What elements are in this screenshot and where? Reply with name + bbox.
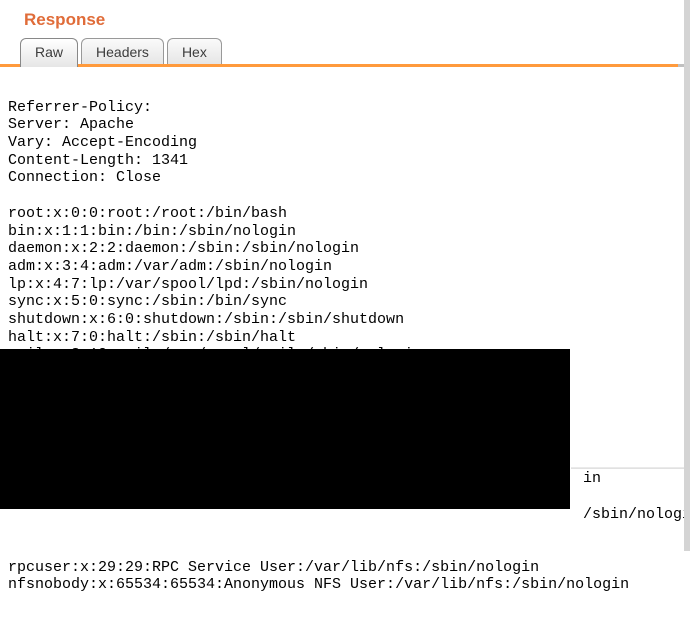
tail-line-2: nfsnobody:x:65534:65534:Anonymous NFS Us… [8, 576, 629, 593]
tab-headers[interactable]: Headers [81, 38, 164, 64]
http-headers-text: Referrer-Policy: Server: Apache Vary: Ac… [8, 99, 197, 187]
panel-title: Response [24, 10, 105, 29]
redaction-block [0, 349, 570, 509]
partial-line-1: in [583, 470, 601, 487]
tab-hex[interactable]: Hex [167, 38, 222, 64]
tab-raw[interactable]: Raw [20, 38, 78, 67]
partial-line-2: /sbin/nologin [583, 506, 690, 523]
passwd-content: root:x:0:0:root:/root:/bin/bash bin:x:1:… [8, 205, 422, 364]
divider [571, 467, 684, 469]
tab-bar: Raw Headers Hex [0, 38, 690, 67]
scrollbar-track[interactable] [684, 0, 690, 551]
response-body: Referrer-Policy: Server: Apache Vary: Ac… [0, 67, 690, 635]
tail-line-1: rpcuser:x:29:29:RPC Service User:/var/li… [8, 559, 539, 576]
